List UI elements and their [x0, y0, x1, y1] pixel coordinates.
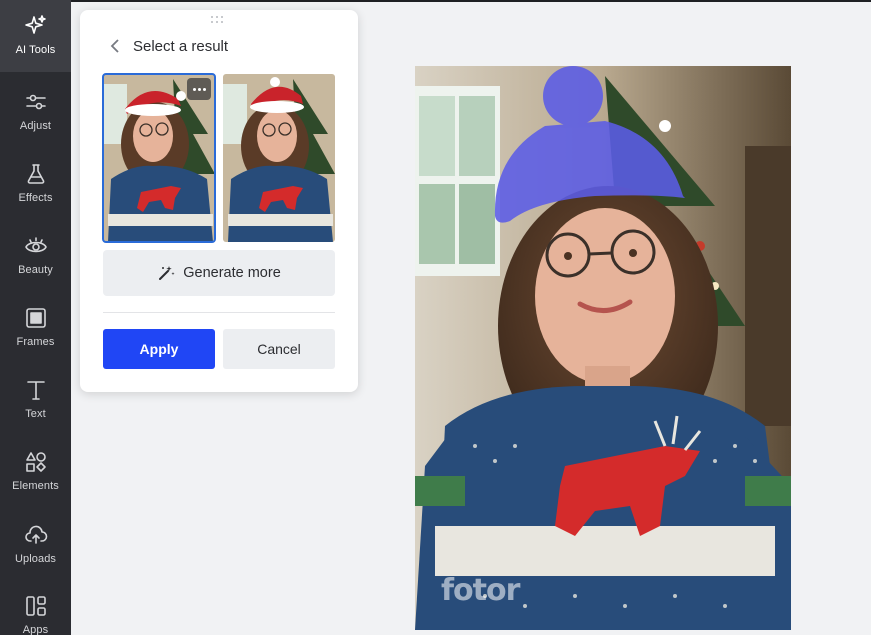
- cancel-button[interactable]: Cancel: [223, 329, 335, 369]
- canvas-top-border: [71, 0, 871, 2]
- divider: [103, 312, 335, 313]
- result-thumbnail-2[interactable]: [223, 74, 335, 242]
- sidebar-item-elements[interactable]: Elements: [0, 436, 71, 508]
- generate-more-label: Generate more: [183, 265, 281, 281]
- sparkle-icon: [24, 15, 46, 34]
- shapes-icon: [25, 452, 46, 472]
- apps-icon: [25, 596, 46, 616]
- text-icon: [26, 381, 45, 400]
- sidebar-item-uploads[interactable]: Uploads: [0, 509, 71, 581]
- sidebar-item-label: Adjust: [19, 120, 52, 132]
- sidebar-item-apps[interactable]: Apps: [0, 580, 71, 635]
- select-result-panel: Select a result Generate more Apply Canc…: [80, 10, 358, 392]
- sidebar-item-text[interactable]: Text: [0, 364, 71, 436]
- portrait-image: [415, 66, 791, 630]
- magic-wand-icon: [159, 266, 175, 280]
- apply-button[interactable]: Apply: [103, 329, 215, 369]
- sidebar-item-frames[interactable]: Frames: [0, 292, 71, 364]
- sidebar-item-label: Text: [25, 408, 46, 420]
- sidebar-item-label: Effects: [18, 192, 53, 204]
- sidebar: AI Tools Adjust Effects Beauty Frames Te…: [0, 0, 71, 635]
- eye-icon: [24, 237, 47, 253]
- frame-icon: [25, 308, 46, 328]
- generate-more-button[interactable]: Generate more: [103, 250, 335, 296]
- back-chevron-icon[interactable]: [108, 38, 122, 54]
- sidebar-item-label: Uploads: [14, 553, 57, 565]
- result-image: [223, 74, 335, 242]
- watermark: fotor: [441, 573, 520, 608]
- drag-handle[interactable]: [211, 16, 227, 26]
- sidebar-item-adjust[interactable]: Adjust: [0, 76, 71, 148]
- more-options-button[interactable]: [187, 78, 211, 100]
- cloud-upload-icon: [24, 525, 47, 544]
- flask-icon: [27, 164, 44, 184]
- sidebar-item-ai-tools[interactable]: AI Tools: [0, 0, 71, 72]
- panel-title: Select a result: [133, 38, 229, 55]
- sidebar-item-label: Apps: [22, 624, 49, 635]
- sidebar-item-label: Beauty: [18, 264, 53, 276]
- result-thumbnail-1[interactable]: [102, 73, 216, 243]
- sliders-icon: [25, 94, 46, 110]
- sidebar-item-label: Frames: [16, 336, 55, 348]
- sidebar-item-beauty[interactable]: Beauty: [0, 220, 71, 292]
- sidebar-item-label: Elements: [12, 480, 59, 492]
- sidebar-item-effects[interactable]: Effects: [0, 148, 71, 220]
- canvas-photo[interactable]: fotor: [415, 66, 791, 630]
- sidebar-item-label: AI Tools: [15, 44, 56, 56]
